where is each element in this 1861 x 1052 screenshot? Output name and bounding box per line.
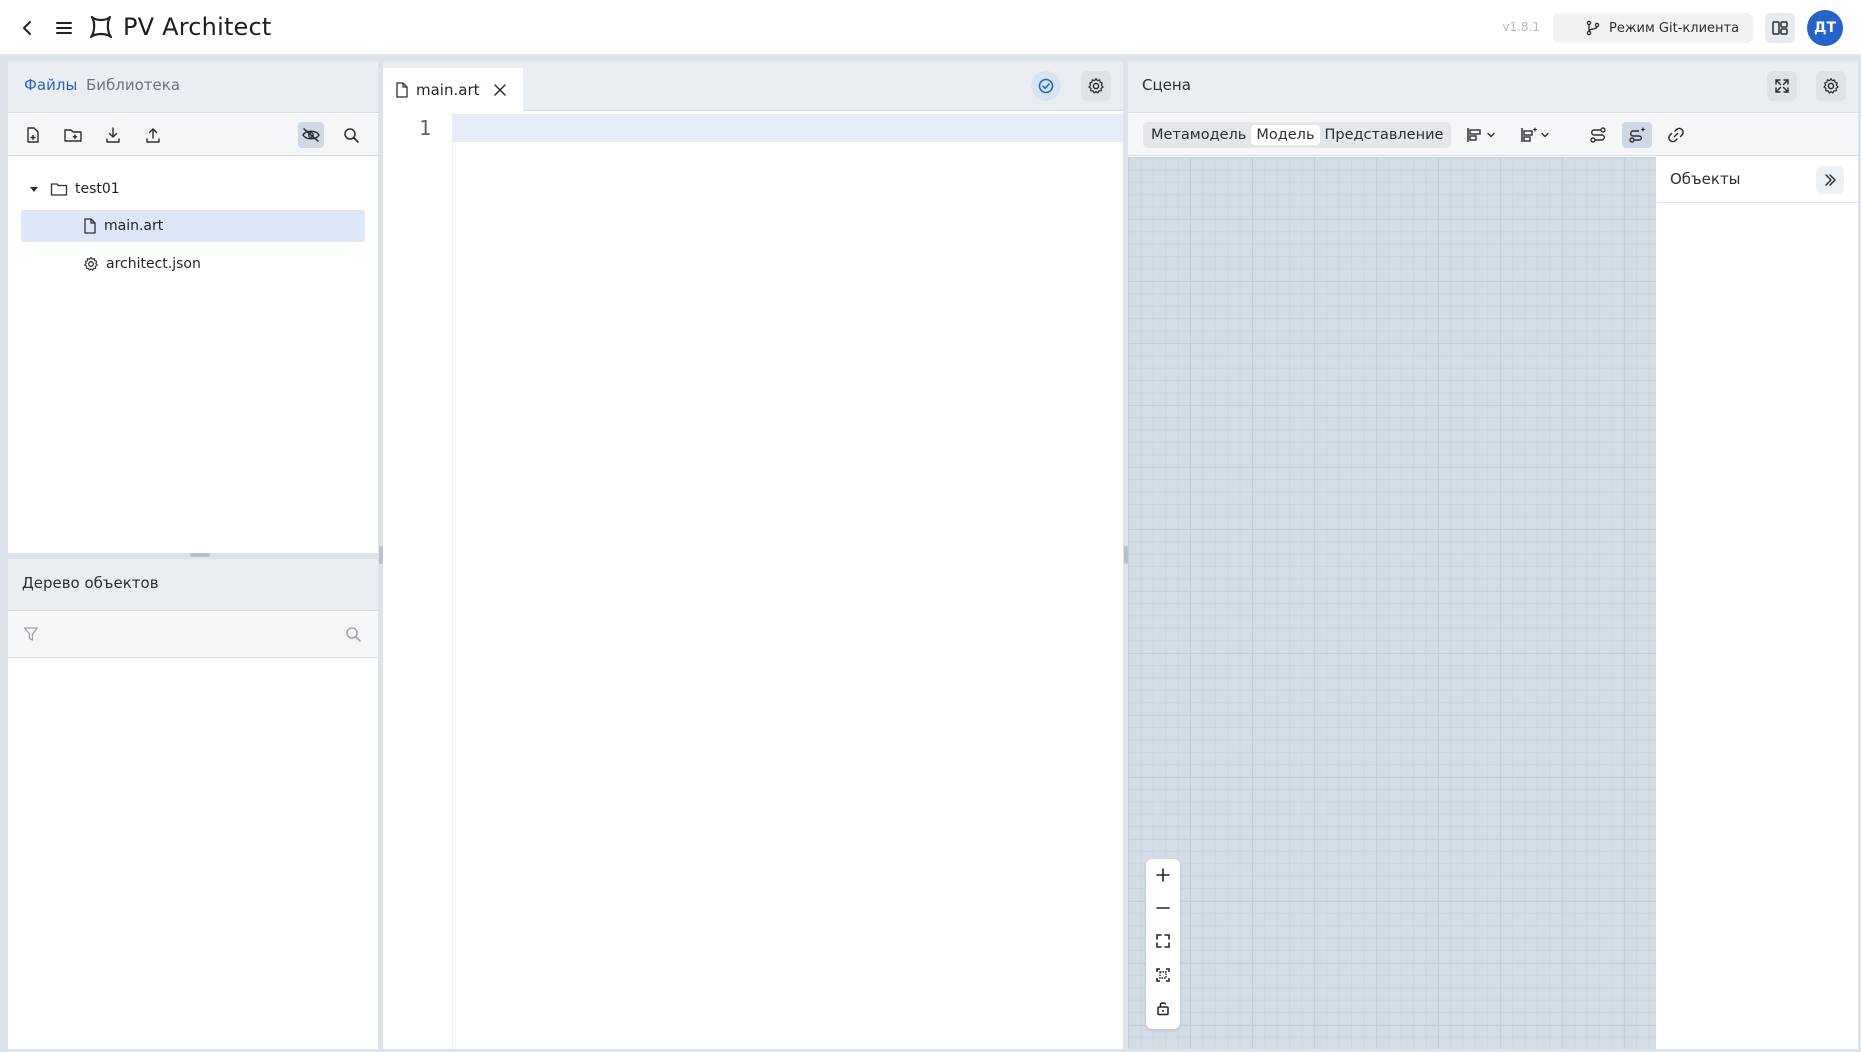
search-icon[interactable] <box>344 625 362 643</box>
current-line-highlight[interactable] <box>453 114 1123 142</box>
route-icon[interactable] <box>1584 122 1612 148</box>
app-logo-icon <box>86 12 116 42</box>
line-number-gutter: 1 <box>383 112 453 1049</box>
double-chevron-right-icon[interactable] <box>1816 166 1844 194</box>
app-title: PV Architect <box>123 13 272 41</box>
tree-item-label: architect.json <box>106 256 201 272</box>
zoom-out-icon[interactable] <box>1151 896 1175 920</box>
top-bar: PV Architect v1.8.1 Режим Git-клиента ДТ <box>0 0 1861 55</box>
filter-icon[interactable] <box>22 625 40 643</box>
file-icon <box>395 82 409 98</box>
git-branch-icon <box>1585 20 1601 36</box>
caret-down-icon[interactable] <box>28 183 40 195</box>
objects-sidebar: Объекты <box>1656 157 1858 1049</box>
git-client-mode-button[interactable]: Режим Git-клиента <box>1553 13 1753 43</box>
check-circle-icon[interactable] <box>1031 71 1061 101</box>
files-panel-header: Файлы Библиотека <box>8 61 378 113</box>
file-tree: test01 main.art architect.json <box>8 157 378 553</box>
files-panel: Файлы Библиотека test01 main.art archite… <box>8 61 378 557</box>
upload-icon[interactable] <box>140 122 166 148</box>
objects-header: Объекты <box>1656 157 1858 203</box>
user-avatar[interactable]: ДТ <box>1807 10 1843 46</box>
folder-icon <box>50 181 68 197</box>
tab-library[interactable]: Библиотека <box>86 76 180 94</box>
editor-file-tab-label: main.art <box>416 81 480 99</box>
line-number: 1 <box>419 116 432 140</box>
zoom-controls <box>1146 859 1180 1029</box>
mode-model[interactable]: Модель <box>1251 125 1320 145</box>
view-mode-switch: Метамодель Модель Представление <box>1143 122 1452 148</box>
fit-view-icon[interactable] <box>1151 929 1175 953</box>
tree-item-file-selected[interactable]: main.art <box>21 210 365 242</box>
new-folder-icon[interactable] <box>60 122 86 148</box>
eye-off-icon[interactable] <box>298 122 324 148</box>
back-arrow-icon[interactable] <box>14 14 42 42</box>
code-editor-panel: main.art 1 <box>383 61 1123 1049</box>
scene-panel: Сцена Метамодель Модель Представление Об… <box>1128 61 1858 1049</box>
zoom-in-icon[interactable] <box>1151 863 1175 887</box>
new-file-icon[interactable] <box>20 122 46 148</box>
mode-metamodel[interactable]: Метамодель <box>1146 125 1251 145</box>
align-dropdown[interactable] <box>1465 122 1505 148</box>
git-client-mode-label: Режим Git-клиента <box>1609 20 1740 36</box>
scene-toolbar: Метамодель Модель Представление <box>1128 114 1858 156</box>
tab-files[interactable]: Файлы <box>24 76 77 94</box>
horizontal-splitter-handle[interactable] <box>190 553 210 557</box>
download-icon[interactable] <box>100 122 126 148</box>
layout-toggle-icon[interactable] <box>1765 13 1795 43</box>
object-tree-panel: Дерево объектов <box>8 559 378 1049</box>
auto-layout-icon <box>1519 126 1539 144</box>
align-left-icon <box>1465 126 1485 144</box>
auto-layout-dropdown[interactable] <box>1519 122 1559 148</box>
expand-icon[interactable] <box>1767 71 1797 101</box>
version-label: v1.8.1 <box>1502 20 1540 34</box>
magic-route-icon[interactable] <box>1622 122 1652 148</box>
objects-title: Объекты <box>1670 170 1741 188</box>
object-tree-title: Дерево объектов <box>22 574 159 592</box>
object-tree-filter-bar <box>8 612 378 658</box>
tree-item-file[interactable]: architect.json <box>83 248 363 280</box>
gear-icon <box>83 256 99 272</box>
unlock-icon[interactable] <box>1151 996 1175 1020</box>
gear-icon[interactable] <box>1816 71 1846 101</box>
file-icon <box>83 218 97 234</box>
scene-header: Сцена <box>1128 61 1858 113</box>
tree-item-folder[interactable]: test01 <box>28 173 358 205</box>
scene-title: Сцена <box>1142 76 1191 94</box>
mode-representation[interactable]: Представление <box>1320 125 1449 145</box>
tree-item-label: test01 <box>75 181 120 197</box>
hamburger-menu-icon[interactable] <box>50 14 78 42</box>
files-toolbar <box>8 114 378 156</box>
fit-selection-icon[interactable] <box>1151 963 1175 987</box>
link-icon[interactable] <box>1662 122 1690 148</box>
chevron-down-icon <box>1485 129 1497 141</box>
chevron-down-icon <box>1539 129 1551 141</box>
editor-file-tab[interactable]: main.art <box>383 65 523 112</box>
object-tree-header: Дерево объектов <box>8 559 378 611</box>
tree-item-label: main.art <box>104 218 164 234</box>
close-icon[interactable] <box>493 83 507 97</box>
search-icon[interactable] <box>338 122 364 148</box>
editor-tab-bar: main.art <box>383 61 1123 112</box>
scene-canvas[interactable] <box>1128 157 1656 1049</box>
gear-icon[interactable] <box>1081 71 1111 101</box>
